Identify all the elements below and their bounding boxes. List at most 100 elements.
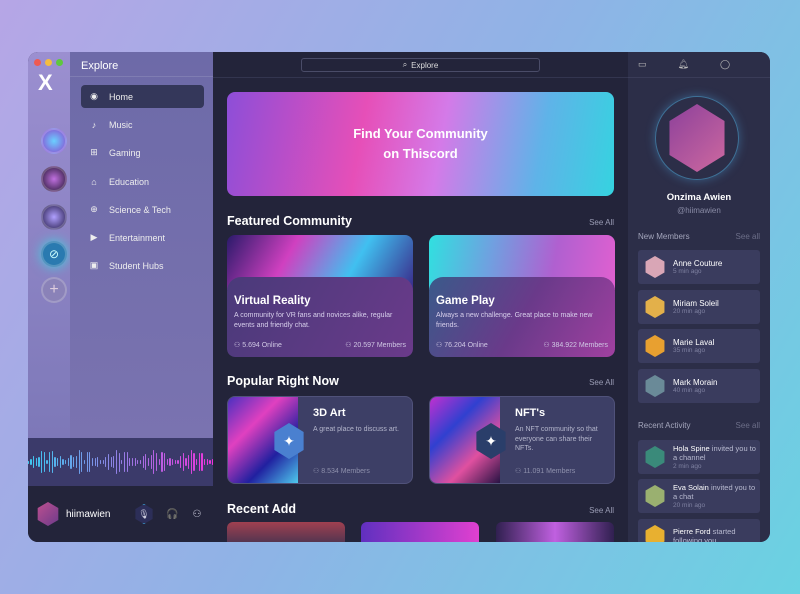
list-item[interactable]: Anne Couture 5 min ago	[638, 250, 760, 284]
waveform-bar	[38, 456, 40, 468]
microphone-icon[interactable]: 🎙	[135, 504, 153, 524]
server-icon[interactable]	[41, 204, 67, 230]
list-item[interactable]: Pierre Ford started following you	[638, 519, 760, 542]
window-controls	[34, 59, 63, 66]
sidebar-item-science-tech[interactable]: ⊕ Science & Tech	[81, 198, 204, 221]
community-card[interactable]	[361, 522, 479, 542]
list-item[interactable]: Eva Solain invited you to a chat 20 min a…	[638, 479, 760, 513]
waveform-bar	[51, 451, 53, 473]
community-card[interactable]: ✦ 3D Art A great place to discuss art. ⚇ …	[227, 396, 413, 484]
waveform-bar	[83, 459, 86, 465]
waveform-bar	[204, 458, 206, 466]
voice-waveform	[28, 438, 214, 486]
waveform-bar	[110, 457, 112, 467]
waveform-bar	[131, 458, 134, 466]
member-name: Miriam Soleil	[673, 299, 719, 308]
sidebar-title: Explore	[81, 60, 119, 72]
member-count: ⚇ 11.091 Members	[515, 468, 576, 475]
waveform-bar	[35, 457, 37, 467]
add-server-button[interactable]: +	[41, 277, 67, 303]
explore-sidebar: Explore ◉ Home ♪ Music ⊞ Gaming ⌂ Education …	[70, 52, 213, 438]
server-icon[interactable]	[41, 128, 67, 154]
users-icon: ⚇	[436, 342, 445, 349]
sidebar-item-education[interactable]: ⌂ Education	[81, 170, 204, 193]
sidebar-item-label: Home	[109, 91, 134, 102]
bell-icon[interactable]: 🔔︎	[678, 59, 689, 70]
sidebar-item-gaming[interactable]: ⊞ Gaming	[81, 141, 204, 164]
waveform-bar	[118, 452, 120, 472]
server-icon[interactable]	[41, 166, 67, 192]
card-title: 3D Art	[313, 407, 346, 419]
waveform-bar	[142, 456, 144, 468]
community-card[interactable]	[227, 522, 345, 542]
chat-icon[interactable]: ◯	[720, 59, 730, 70]
waveform-bar	[43, 452, 45, 472]
waveform-bar	[49, 452, 51, 472]
community-card[interactable]: Game Play Always a new challenge. Great …	[429, 235, 615, 357]
waveform-bar	[182, 453, 184, 471]
community-card[interactable]: ✦ NFT's An NFT community so that everyone…	[429, 396, 615, 484]
avatar	[645, 296, 665, 318]
sidebar-item-student-hubs[interactable]: ▣ Student Hubs	[81, 254, 204, 277]
card-icon[interactable]: ▭	[638, 59, 647, 70]
waveform-bar	[137, 460, 139, 464]
card-description: Always a new challenge. Great place to m…	[436, 312, 593, 329]
waveform-bar	[193, 453, 195, 471]
waveform-bar	[94, 457, 96, 467]
member-name: Mark Morain	[673, 378, 718, 387]
avatar	[645, 446, 665, 468]
list-item[interactable]: Marie Laval 35 min ago	[638, 329, 760, 363]
member-time: 20 min ago	[673, 308, 706, 315]
close-window-button[interactable]	[34, 59, 41, 66]
waveform-bar	[172, 458, 174, 466]
sidebar-item-label: Gaming	[109, 147, 141, 158]
section-title: Recent Activity	[638, 421, 691, 430]
waveform-bar	[86, 452, 88, 472]
waveform-bar	[206, 458, 208, 466]
sidebar-item-label: Music	[109, 119, 133, 130]
see-all-link[interactable]: See All	[589, 378, 614, 387]
avatar	[645, 525, 665, 542]
list-item[interactable]: Hola Spine invited you to a channel 2 min…	[638, 440, 760, 474]
user-settings-icon[interactable]: ⚇	[192, 509, 201, 520]
avatar[interactable]	[37, 502, 59, 526]
see-all-link[interactable]: See all	[736, 421, 760, 430]
see-all-link[interactable]: See All	[589, 218, 614, 227]
see-all-link[interactable]: See all	[736, 232, 760, 241]
top-icons: ▭ 🔔︎ ◯	[628, 52, 770, 78]
waveform-bar	[89, 451, 91, 473]
hero-banner[interactable]: Find Your Community on Thiscord	[227, 92, 614, 196]
member-count: ⚇ 384.922 Members	[543, 342, 608, 349]
sidebar-item-home[interactable]: ◉ Home	[81, 85, 204, 108]
waveform-bar	[28, 460, 29, 464]
top-bar: ⌕ Explore	[213, 52, 628, 78]
waveform-bar	[46, 460, 48, 464]
main-content: ⌕ Explore Find Your Community on Thiscord …	[213, 52, 628, 542]
waveform-bar	[81, 452, 83, 472]
community-card[interactable]	[496, 522, 614, 542]
list-item[interactable]: Mark Morain 40 min ago	[638, 369, 760, 403]
list-item[interactable]: Miriam Soleil 20 min ago	[638, 290, 760, 324]
username: hiimawien	[66, 508, 111, 520]
waveform-bar	[158, 459, 160, 465]
section-title: Recent Add	[227, 502, 296, 516]
member-time: 35 min ago	[673, 347, 706, 354]
see-all-link[interactable]: See All	[589, 506, 614, 515]
compass-icon[interactable]: ⊘	[41, 241, 67, 267]
new-members-header: New Members See all	[638, 232, 760, 241]
search-input[interactable]: ⌕ Explore	[301, 58, 540, 72]
users-icon: ⚇	[313, 468, 322, 475]
waveform-bar	[102, 460, 104, 464]
minimize-window-button[interactable]	[45, 59, 52, 66]
waveform-bar	[161, 452, 163, 472]
sidebar-item-entertainment[interactable]: ▶ Entertainment	[81, 226, 204, 249]
section-title: Popular Right Now	[227, 374, 339, 388]
maximize-window-button[interactable]	[56, 59, 63, 66]
waveform-bar	[145, 453, 147, 471]
headphones-icon[interactable]: 🎧	[166, 509, 178, 520]
community-card[interactable]: Virtual Reality A community for VR fans …	[227, 235, 413, 357]
app-logo: X	[38, 70, 53, 95]
sidebar-item-music[interactable]: ♪ Music	[81, 113, 204, 136]
waveform-bar	[70, 455, 72, 469]
graduation-cap-icon: ⌂	[91, 176, 97, 187]
